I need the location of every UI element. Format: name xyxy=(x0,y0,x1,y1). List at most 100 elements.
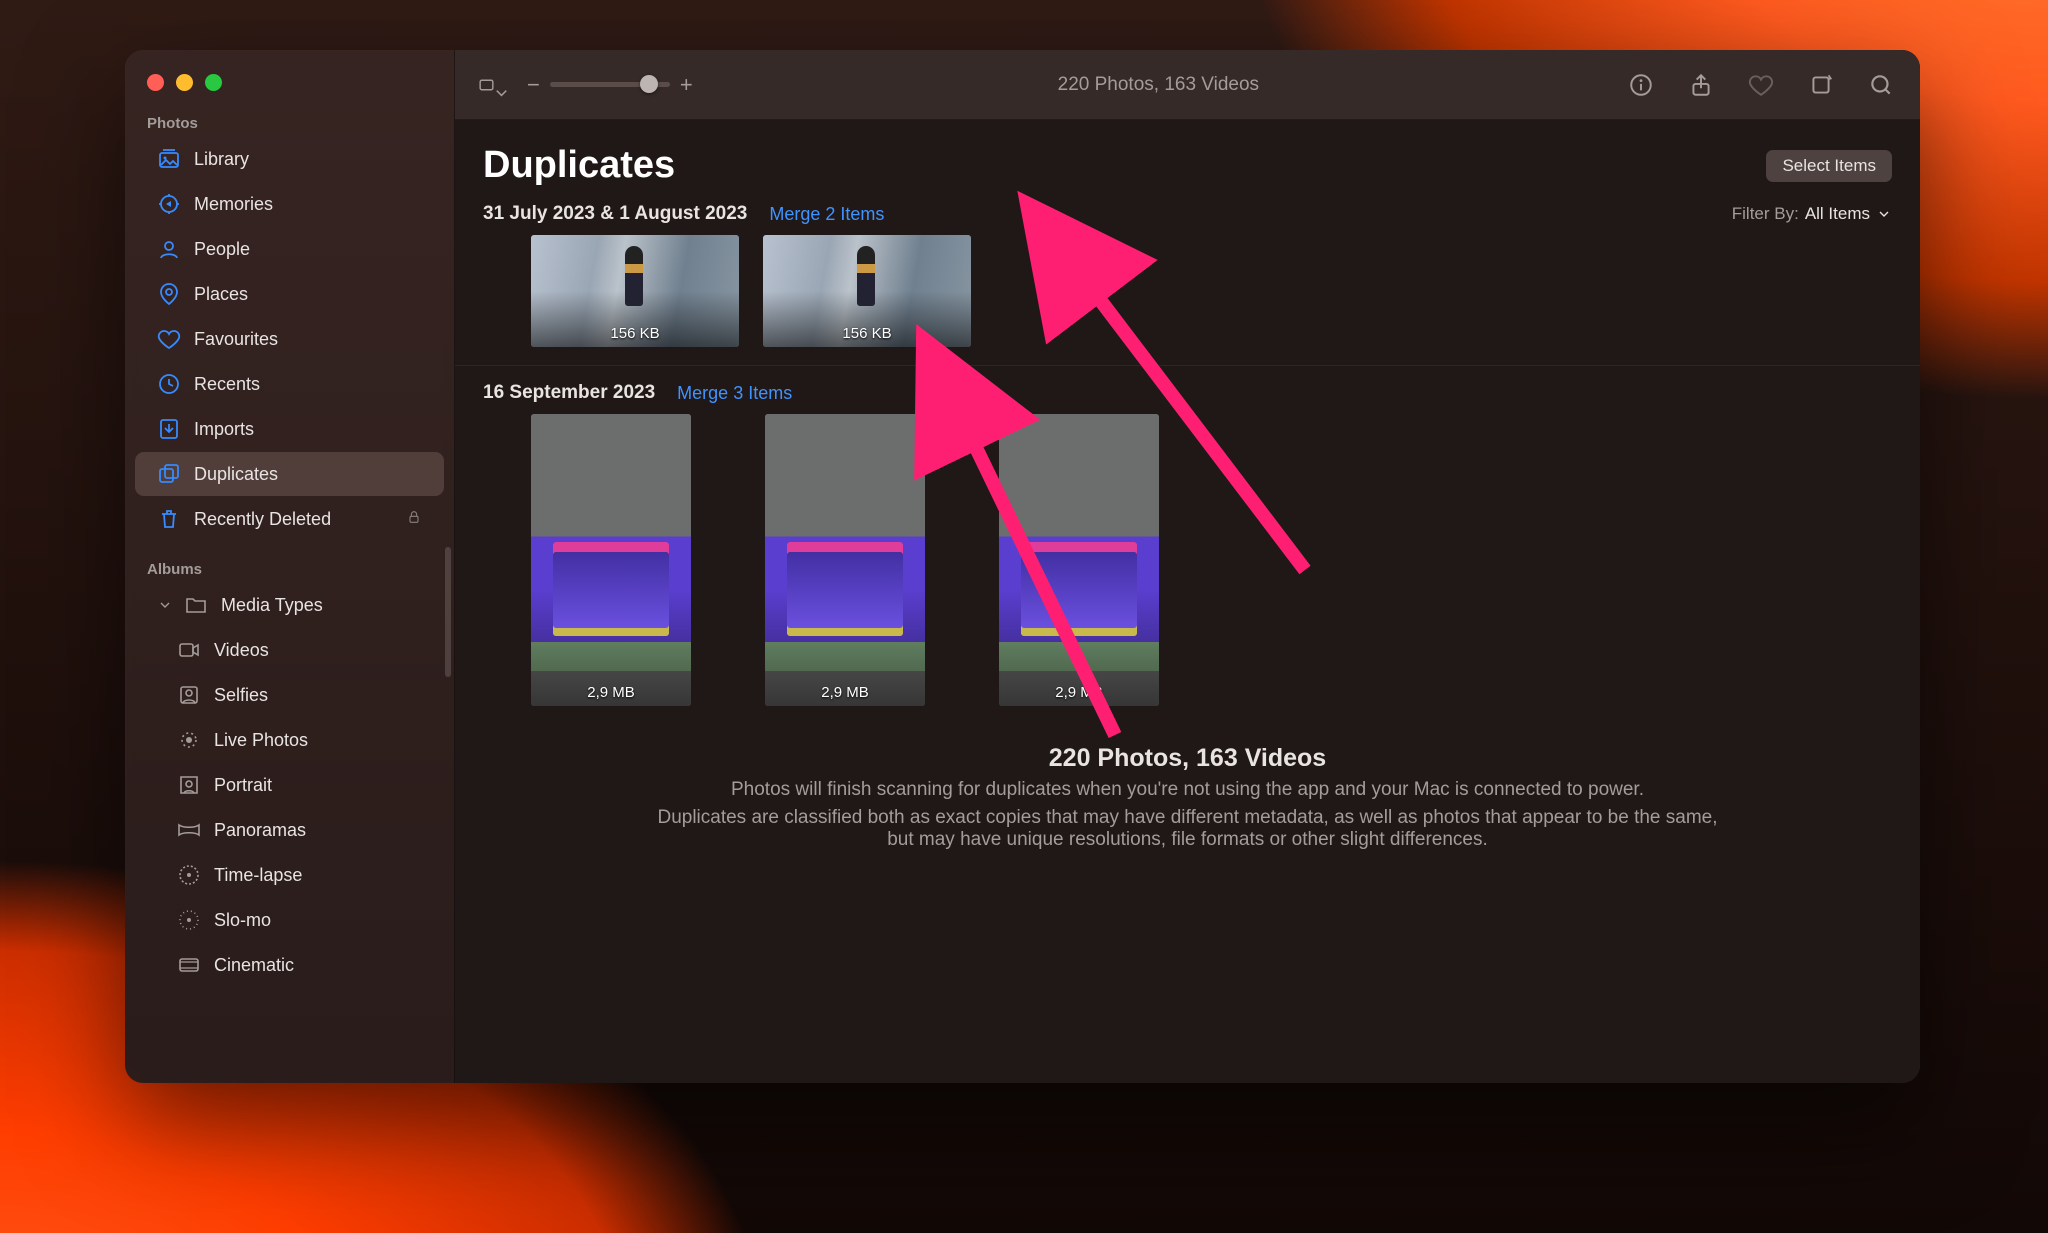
livephoto-icon xyxy=(177,728,201,752)
sidebar-item-slo-mo[interactable]: Slo-mo xyxy=(135,898,444,942)
sidebar-scrollbar[interactable] xyxy=(445,547,451,677)
filter-by-dropdown[interactable]: Filter By: All Items xyxy=(1732,204,1892,224)
sidebar-item-label: Panoramas xyxy=(214,820,306,841)
portrait-icon xyxy=(177,773,201,797)
merge-items-link[interactable]: Merge 2 Items xyxy=(769,204,884,225)
photo-thumbnail[interactable]: 156 KB xyxy=(763,235,971,347)
favourite-button[interactable] xyxy=(1744,68,1778,102)
sidebar-item-time-lapse[interactable]: Time-lapse xyxy=(135,853,444,897)
cinematic-icon xyxy=(177,953,201,977)
toolbar: − + 220 Photos, 163 Videos xyxy=(455,50,1920,120)
photo-thumbnail[interactable]: 2,9 MB xyxy=(765,414,925,706)
group-header: 31 July 2023 & 1 August 2023 Merge 2 Ite… xyxy=(455,193,1920,229)
file-size-label: 156 KB xyxy=(531,325,739,342)
sidebar-item-label: Selfies xyxy=(214,685,268,706)
memories-icon xyxy=(157,192,181,216)
sidebar-item-label: Favourites xyxy=(194,329,278,350)
rotate-button[interactable] xyxy=(1804,68,1838,102)
photos-app-window: Photos Library Memories People Places Fa… xyxy=(125,50,1920,1083)
sidebar-item-label: Imports xyxy=(194,419,254,440)
sidebar-item-cinematic[interactable]: Cinematic xyxy=(135,943,444,987)
file-size-label: 2,9 MB xyxy=(999,684,1159,701)
sidebar-item-label: Duplicates xyxy=(194,464,278,485)
sidebar-scroll: Photos Library Memories People Places Fa… xyxy=(125,109,454,1083)
sidebar-item-label: People xyxy=(194,239,250,260)
sidebar-item-favourites[interactable]: Favourites xyxy=(135,317,444,361)
zoom-track[interactable] xyxy=(550,82,670,87)
sidebar-item-label: Memories xyxy=(194,194,273,215)
photo-thumbnail[interactable]: 2,9 MB xyxy=(999,414,1159,706)
sidebar-item-label: Portrait xyxy=(214,775,272,796)
sidebar-item-label: Slo-mo xyxy=(214,910,271,931)
fullscreen-window-button[interactable] xyxy=(205,74,222,91)
summary-line: Photos will finish scanning for duplicat… xyxy=(655,779,1720,801)
sidebar-item-label: Videos xyxy=(214,640,269,661)
sidebar-item-videos[interactable]: Videos xyxy=(135,628,444,672)
slomo-icon xyxy=(177,908,201,932)
library-icon xyxy=(157,147,181,171)
group-header: 16 September 2023 Merge 3 Items xyxy=(455,366,1920,408)
timelapse-icon xyxy=(177,863,201,887)
search-button[interactable] xyxy=(1864,68,1898,102)
minimize-window-button[interactable] xyxy=(176,74,193,91)
summary-heading: 220 Photos, 163 Videos xyxy=(655,744,1720,773)
sidebar-item-label: Live Photos xyxy=(214,730,308,751)
chevron-down-icon xyxy=(1876,206,1892,222)
summary-text: 220 Photos, 163 Videos Photos will finis… xyxy=(455,724,1920,897)
sidebar-item-label: Cinematic xyxy=(214,955,294,976)
zoom-slider[interactable]: − + xyxy=(527,72,693,98)
places-icon xyxy=(157,282,181,306)
aspect-menu-button[interactable] xyxy=(477,68,511,102)
import-icon xyxy=(157,417,181,441)
group-date: 31 July 2023 & 1 August 2023 xyxy=(483,203,747,225)
video-icon xyxy=(177,638,201,662)
sidebar-item-media-types[interactable]: Media Types xyxy=(135,583,444,627)
people-icon xyxy=(157,237,181,261)
trash-icon xyxy=(157,507,181,531)
photo-thumbnail[interactable]: 2,9 MB xyxy=(531,414,691,706)
sidebar-item-label: Places xyxy=(194,284,248,305)
sidebar-item-selfies[interactable]: Selfies xyxy=(135,673,444,717)
sidebar-item-places[interactable]: Places xyxy=(135,272,444,316)
sidebar-section-albums-label: Albums xyxy=(125,555,454,582)
toolbar-title: 220 Photos, 163 Videos xyxy=(709,74,1608,96)
info-button[interactable] xyxy=(1624,68,1658,102)
sidebar-item-label: Recents xyxy=(194,374,260,395)
sidebar-item-imports[interactable]: Imports xyxy=(135,407,444,451)
sidebar-section-photos-label: Photos xyxy=(125,109,454,136)
sidebar-item-panoramas[interactable]: Panoramas xyxy=(135,808,444,852)
sidebar-item-label: Recently Deleted xyxy=(194,509,331,530)
sidebar-item-recently-deleted[interactable]: Recently Deleted xyxy=(135,497,444,541)
main-panel: − + 220 Photos, 163 Videos Duplicates Se… xyxy=(455,50,1920,1083)
sidebar-item-people[interactable]: People xyxy=(135,227,444,271)
heart-icon xyxy=(157,327,181,351)
merge-items-link[interactable]: Merge 3 Items xyxy=(677,383,792,404)
zoom-thumb[interactable] xyxy=(640,75,658,93)
panorama-icon xyxy=(177,818,201,842)
zoom-minus-icon[interactable]: − xyxy=(527,72,540,98)
sidebar-item-portrait[interactable]: Portrait xyxy=(135,763,444,807)
zoom-plus-icon[interactable]: + xyxy=(680,72,693,98)
filter-by-label: Filter By: xyxy=(1732,204,1799,224)
filter-by-value: All Items xyxy=(1805,204,1870,224)
thumbnail-row: 2,9 MB 2,9 MB 2,9 MB xyxy=(455,408,1920,724)
sidebar-item-recents[interactable]: Recents xyxy=(135,362,444,406)
file-size-label: 156 KB xyxy=(763,325,971,342)
summary-line: Duplicates are classified both as exact … xyxy=(655,807,1720,851)
file-size-label: 2,9 MB xyxy=(765,684,925,701)
select-items-button[interactable]: Select Items xyxy=(1766,150,1892,182)
duplicates-icon xyxy=(157,462,181,486)
sidebar-item-memories[interactable]: Memories xyxy=(135,182,444,226)
sidebar-item-library[interactable]: Library xyxy=(135,137,444,181)
photo-thumbnail[interactable]: 156 KB xyxy=(531,235,739,347)
page-title: Duplicates xyxy=(483,144,1766,187)
share-button[interactable] xyxy=(1684,68,1718,102)
close-window-button[interactable] xyxy=(147,74,164,91)
sidebar-item-label: Library xyxy=(194,149,249,170)
window-controls xyxy=(125,62,454,109)
content-area: Duplicates Select Items 31 July 2023 & 1… xyxy=(455,120,1920,1083)
sidebar-item-duplicates[interactable]: Duplicates xyxy=(135,452,444,496)
selfie-icon xyxy=(177,683,201,707)
sidebar-item-live-photos[interactable]: Live Photos xyxy=(135,718,444,762)
group-date: 16 September 2023 xyxy=(483,382,655,404)
